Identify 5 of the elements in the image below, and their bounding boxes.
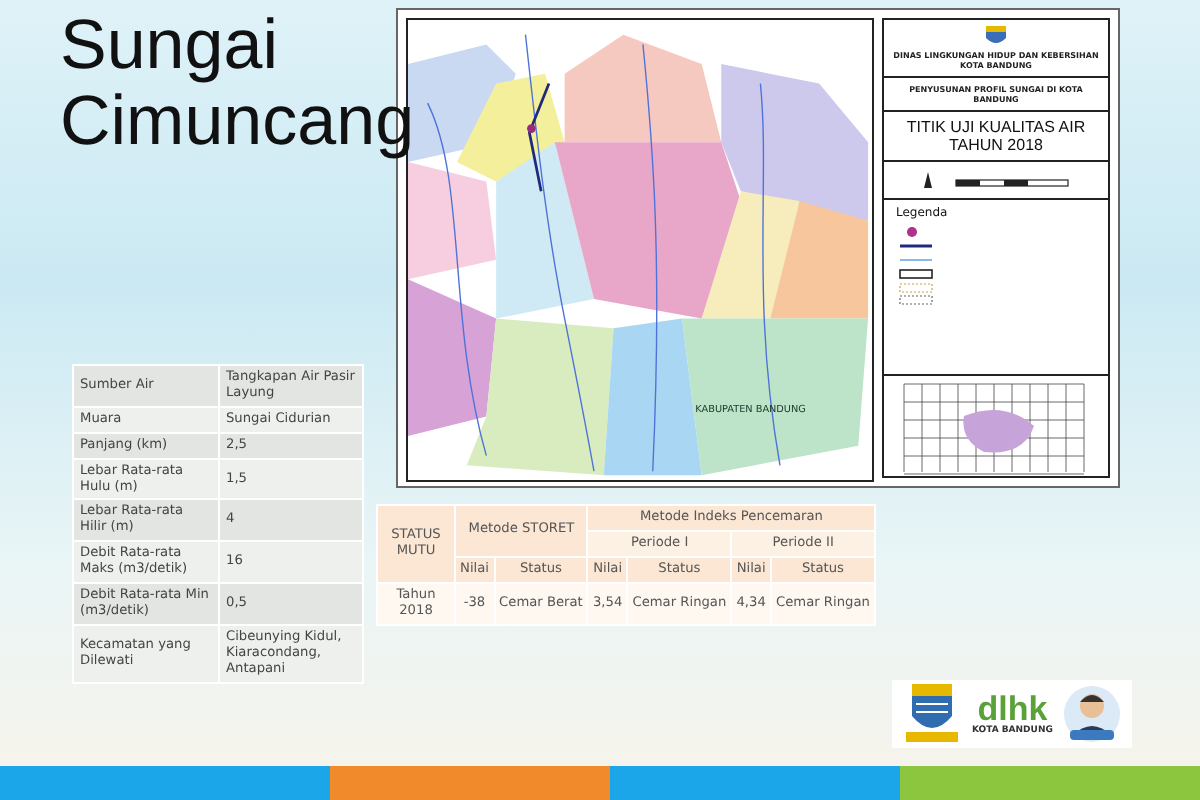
legend-symbols-icon xyxy=(896,224,936,308)
map-heading: TITIK UJI KUALITAS AIR TAHUN 2018 xyxy=(904,118,1088,154)
emblem-icon xyxy=(984,26,1008,46)
brand-logo: dlhk xyxy=(977,692,1048,726)
mascot-icon xyxy=(1064,684,1121,744)
